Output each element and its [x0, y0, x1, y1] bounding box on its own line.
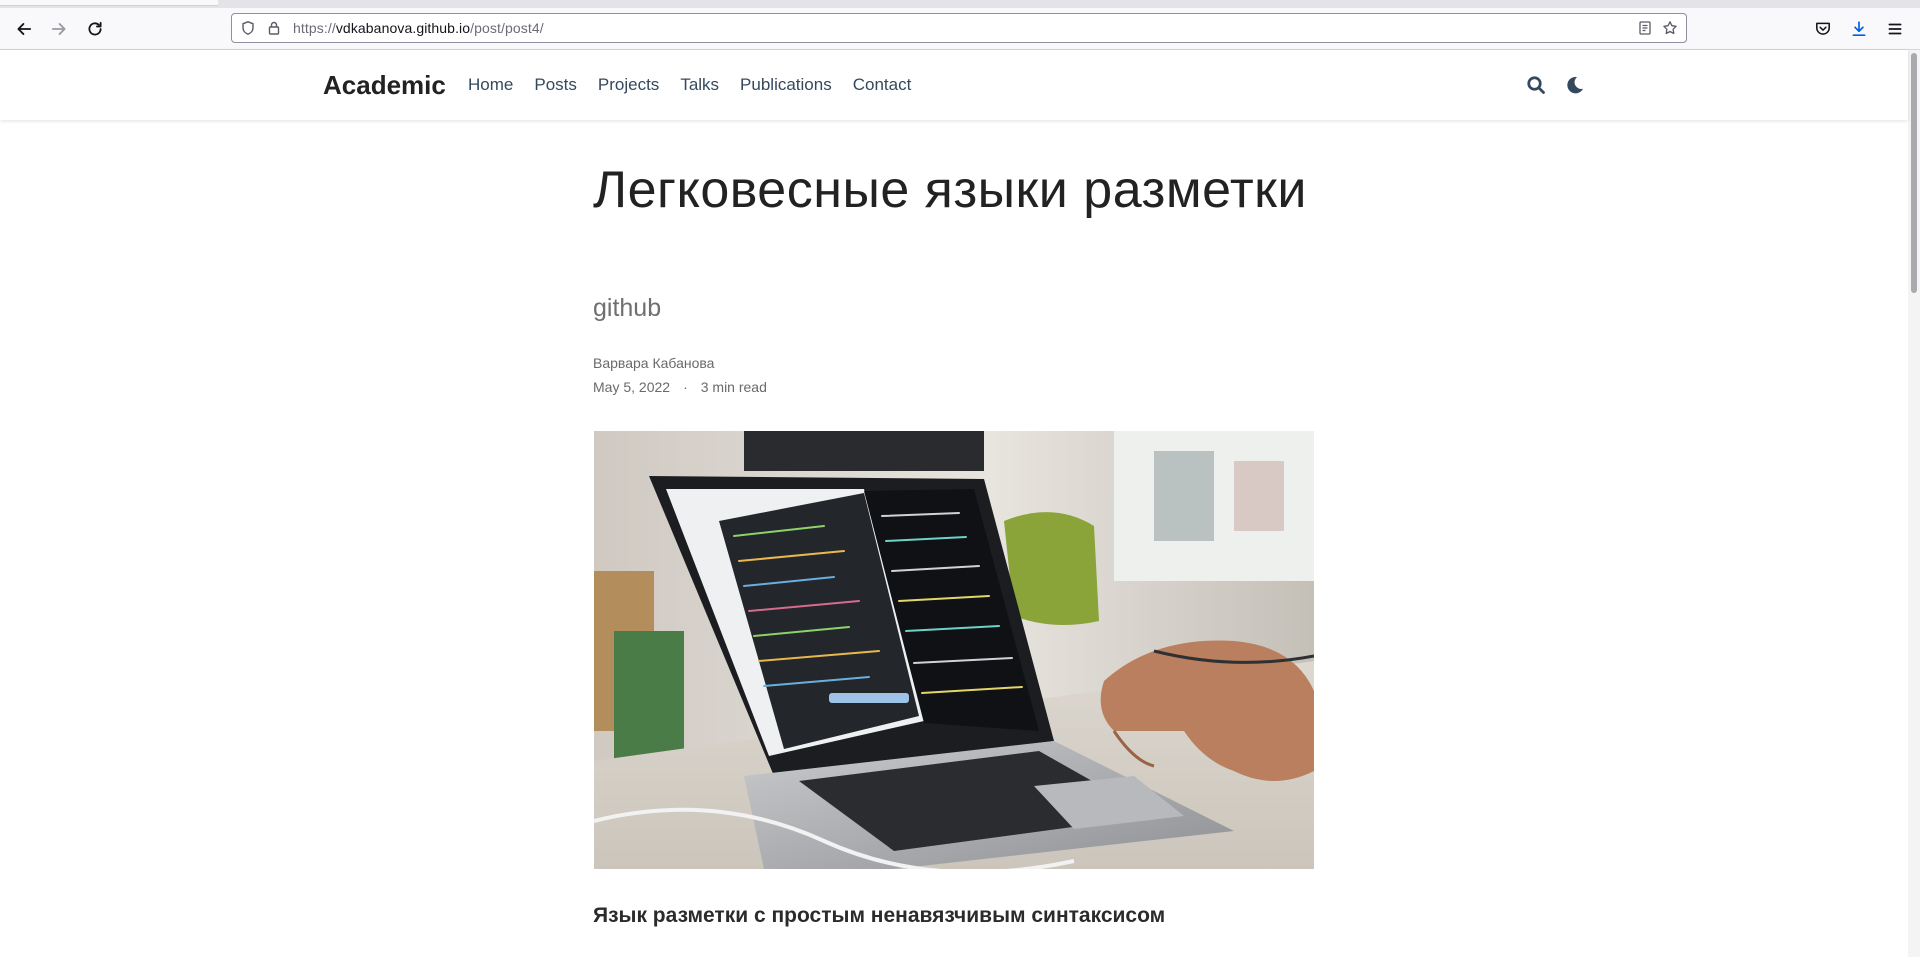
url-host: vdkabanova.github.io — [335, 20, 471, 36]
forward-arrow-icon[interactable] — [44, 16, 74, 42]
pocket-icon[interactable] — [1809, 16, 1837, 42]
article-author[interactable]: Варвара Кабанова — [593, 355, 714, 371]
active-tab[interactable] — [0, 0, 218, 6]
article-meta: May 5, 2022 · 3 min read — [593, 379, 767, 395]
url-path: /post/post4/ — [470, 20, 544, 36]
moon-icon[interactable] — [1563, 73, 1587, 97]
site-brand[interactable]: Academic — [323, 50, 446, 120]
menu-item-publications[interactable]: Publications — [740, 50, 832, 120]
menu-item-projects[interactable]: Projects — [598, 50, 659, 120]
browser-tabstrip — [0, 0, 1920, 8]
featured-image — [594, 431, 1314, 869]
lock-icon[interactable] — [266, 20, 282, 36]
section-heading: Язык разметки с простым ненавязчивым син… — [593, 904, 1166, 927]
page-scrollbar[interactable] — [1908, 50, 1920, 957]
shield-icon[interactable] — [240, 20, 256, 36]
meta-separator: · — [683, 379, 688, 395]
url-scheme: https:// — [293, 20, 336, 36]
laptop-with-code-photo — [594, 431, 1314, 869]
article-title: Легковесные языки разметки — [593, 161, 1307, 219]
reading-time: 3 min read — [700, 379, 767, 395]
menu-item-home[interactable]: Home — [468, 50, 513, 120]
hamburger-menu-icon[interactable] — [1881, 16, 1909, 42]
menu-item-posts[interactable]: Posts — [534, 50, 577, 120]
scrollbar-thumb[interactable] — [1911, 53, 1917, 293]
article-date: May 5, 2022 — [593, 379, 671, 395]
reload-icon[interactable] — [80, 16, 110, 42]
browser-toolbar: https://vdkabanova.github.io/post/post4/ — [0, 8, 1920, 50]
main-menu: Home Posts Projects Talks Publications C… — [468, 50, 932, 120]
reader-mode-icon[interactable] — [1637, 20, 1653, 36]
article-subtitle: github — [593, 294, 662, 322]
url-bar[interactable]: https://vdkabanova.github.io/post/post4/ — [231, 13, 1687, 43]
site-header: Academic Home Posts Projects Talks Publi… — [0, 50, 1908, 120]
menu-item-contact[interactable]: Contact — [853, 50, 912, 120]
menu-item-talks[interactable]: Talks — [680, 50, 719, 120]
download-icon[interactable] — [1845, 16, 1873, 42]
back-arrow-icon[interactable] — [9, 16, 39, 42]
bookmark-star-icon[interactable] — [1662, 20, 1678, 36]
search-icon[interactable] — [1524, 73, 1548, 97]
url-text[interactable]: https://vdkabanova.github.io/post/post4/ — [293, 14, 544, 42]
